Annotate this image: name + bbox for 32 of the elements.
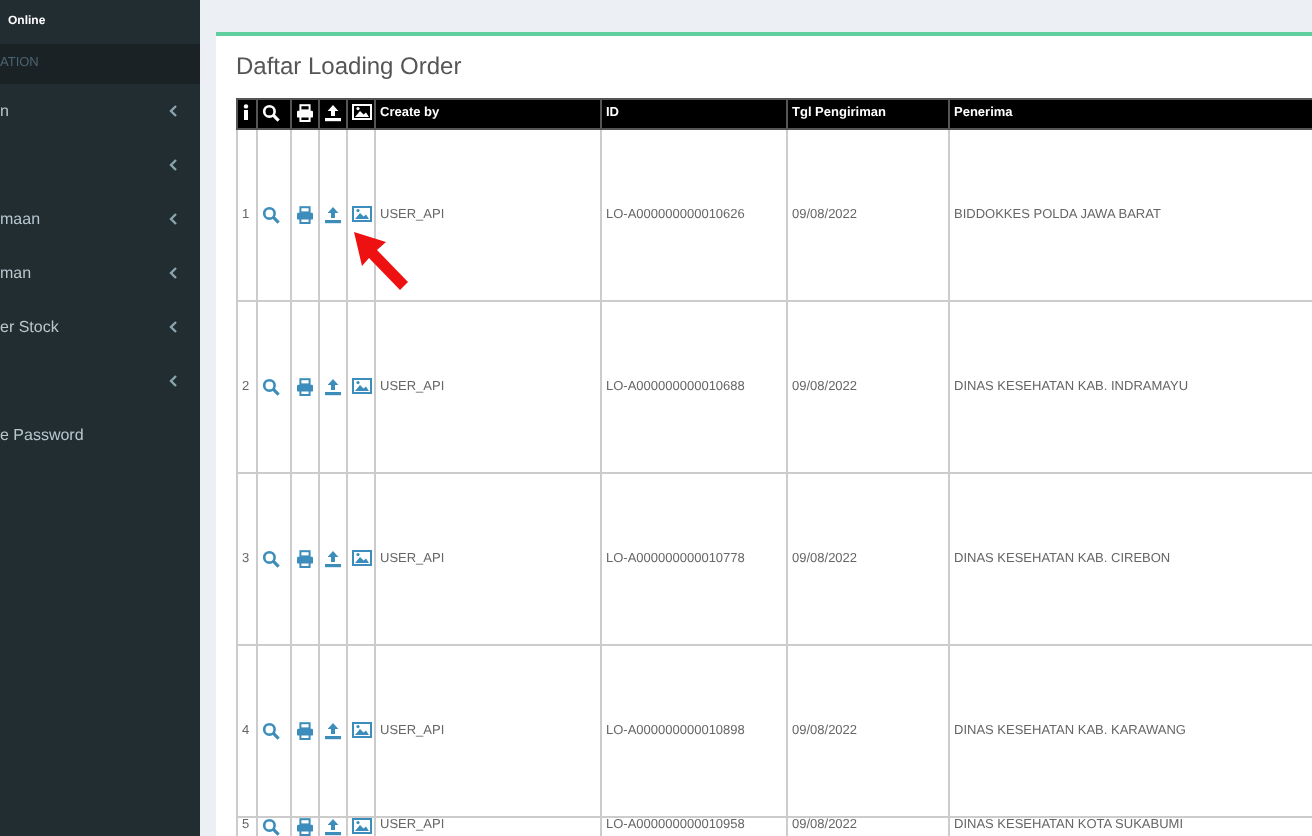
printer-icon	[296, 104, 314, 123]
search-icon[interactable]	[262, 377, 280, 396]
search-icon[interactable]	[262, 818, 280, 836]
image-icon[interactable]	[352, 377, 372, 394]
image-icon	[352, 104, 372, 121]
info-icon	[242, 104, 250, 121]
panel-title: Daftar Loading Order	[236, 50, 464, 84]
image-icon[interactable]	[352, 549, 372, 566]
search-icon[interactable]	[262, 549, 280, 568]
printer-icon[interactable]	[296, 721, 314, 740]
upload-icon[interactable]	[324, 721, 342, 740]
search-icon[interactable]	[262, 205, 280, 224]
image-icon[interactable]	[352, 205, 372, 222]
upload-icon[interactable]	[324, 549, 342, 568]
upload-icon[interactable]	[324, 818, 342, 836]
sidebar-item[interactable]: er Stock	[0, 300, 200, 354]
upload-icon	[324, 104, 342, 123]
image-icon[interactable]	[352, 721, 372, 738]
upload-icon[interactable]	[324, 205, 342, 224]
image-icon[interactable]	[352, 818, 372, 834]
sidebar-item[interactable]: e Password	[0, 408, 200, 462]
upload-icon[interactable]	[324, 377, 342, 396]
pointer-arrow	[352, 230, 412, 294]
printer-icon[interactable]	[296, 377, 314, 396]
printer-icon[interactable]	[296, 818, 314, 836]
sidebar-item[interactable]: man	[0, 246, 200, 300]
search-icon[interactable]	[262, 721, 280, 740]
sidebar-item[interactable]: maan	[0, 192, 200, 246]
printer-icon[interactable]	[296, 549, 314, 568]
search-icon	[262, 104, 280, 123]
sidebar-item[interactable]: n	[0, 84, 200, 138]
printer-icon[interactable]	[296, 205, 314, 224]
